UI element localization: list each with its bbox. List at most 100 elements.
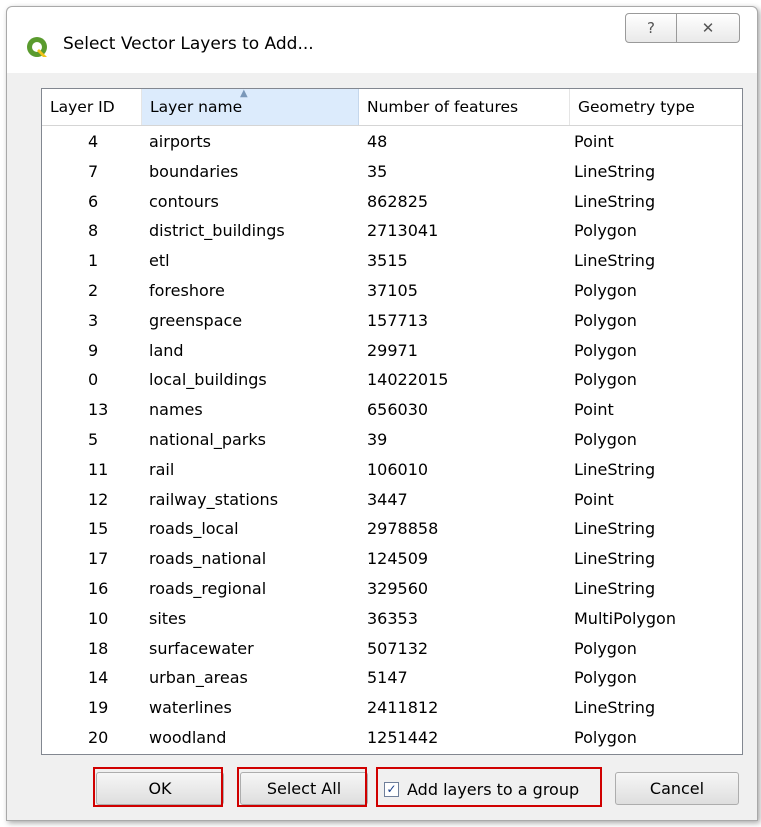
table-header: Layer ID ▲ Layer name Number of features… <box>42 89 742 126</box>
cell-number-of-features: 124509 <box>367 549 429 569</box>
cell-layer-id: 12 <box>88 489 109 509</box>
table-row[interactable]: 6 contours 862825 LineString <box>42 187 742 217</box>
cell-layer-id: 18 <box>88 638 109 658</box>
cell-number-of-features: 2978858 <box>367 519 439 539</box>
cell-layer-name: roads_national <box>149 549 267 569</box>
header-layer-name[interactable]: ▲ Layer name <box>142 89 359 125</box>
cell-layer-id: 17 <box>88 549 109 569</box>
table-row[interactable]: 7 boundaries 35 LineString <box>42 157 742 187</box>
table-row[interactable]: 1 etl 3515 LineString <box>42 246 742 276</box>
cell-layer-name: boundaries <box>149 161 239 181</box>
help-icon: ? <box>647 19 655 37</box>
cell-number-of-features: 37105 <box>367 281 418 300</box>
cell-layer-id: 1 <box>88 251 99 271</box>
title-bar: Select Vector Layers to Add... ? ✕ <box>7 7 757 73</box>
cell-geometry-type: MultiPolygon <box>574 608 676 628</box>
cell-number-of-features: 656030 <box>367 400 429 420</box>
cell-geometry-type: Polygon <box>574 370 637 390</box>
table-row[interactable]: 15 roads_local 2978858 LineString <box>42 514 742 544</box>
cell-geometry-type: Polygon <box>574 340 637 360</box>
cell-number-of-features: 3515 <box>367 251 408 271</box>
cell-layer-name: contours <box>149 191 219 211</box>
close-icon: ✕ <box>701 19 715 37</box>
cell-number-of-features: 48 <box>367 132 388 151</box>
cell-layer-id: 8 <box>88 221 99 241</box>
table-row[interactable]: 3 greenspace 157713 Polygon <box>42 306 742 336</box>
table-row[interactable]: 10 sites 36353 MultiPolygon <box>42 604 742 634</box>
cell-layer-name: waterlines <box>149 698 232 718</box>
table-row[interactable]: 18 surfacewater 507132 Polygon <box>42 634 742 664</box>
cell-number-of-features: 36353 <box>367 608 418 628</box>
table-row[interactable]: 2 foreshore 37105 Polygon <box>42 276 742 306</box>
cell-layer-id: 15 <box>88 519 109 539</box>
cell-layer-name: rail <box>149 459 175 479</box>
table-row[interactable]: 0 local_buildings 14022015 Polygon <box>42 365 742 395</box>
sort-ascending-icon: ▲ <box>240 88 248 99</box>
cell-layer-name: greenspace <box>149 310 243 330</box>
cell-geometry-type: Point <box>574 489 614 509</box>
cell-geometry-type: LineString <box>574 698 656 718</box>
table-row[interactable]: 12 railway_stations 3447 Point <box>42 485 742 515</box>
table-row[interactable]: 13 names 656030 Point <box>42 395 742 425</box>
cell-number-of-features: 14022015 <box>367 370 449 390</box>
header-layer-id[interactable]: Layer ID <box>42 89 142 125</box>
cell-geometry-type: LineString <box>574 191 656 211</box>
cell-number-of-features: 35 <box>367 161 388 181</box>
cell-layer-name: roads_regional <box>149 579 267 598</box>
table-row[interactable]: 5 national_parks 39 Polygon <box>42 425 742 455</box>
cell-geometry-type: Polygon <box>574 638 637 658</box>
cell-layer-id: 16 <box>88 579 109 598</box>
cell-layer-id: 4 <box>88 132 99 151</box>
cancel-button[interactable]: Cancel <box>615 772 739 805</box>
cell-layer-id: 7 <box>88 161 99 181</box>
header-geometry-type[interactable]: Geometry type <box>570 89 742 125</box>
table-row[interactable]: 17 roads_national 124509 LineString <box>42 544 742 574</box>
table-row[interactable]: 20 woodland 1251442 Polygon <box>42 723 742 753</box>
select-all-button[interactable]: Select All <box>240 772 368 805</box>
close-button[interactable]: ✕ <box>676 13 740 43</box>
cell-number-of-features: 5147 <box>367 668 408 688</box>
cell-number-of-features: 329560 <box>367 579 429 598</box>
cell-geometry-type: LineString <box>574 161 656 181</box>
table-row[interactable]: 8 district_buildings 2713041 Polygon <box>42 216 742 246</box>
cell-geometry-type: Polygon <box>574 281 637 300</box>
table-row[interactable]: 14 urban_areas 5147 Polygon <box>42 663 742 693</box>
qgis-logo-icon <box>27 37 47 57</box>
cell-geometry-type: LineString <box>574 519 656 539</box>
cell-layer-name: names <box>149 400 203 420</box>
cell-layer-name: etl <box>149 251 170 271</box>
cell-layer-name: roads_local <box>149 519 239 539</box>
cell-number-of-features: 507132 <box>367 638 429 658</box>
cell-layer-id: 10 <box>88 608 109 628</box>
cell-layer-name: land <box>149 340 184 360</box>
layers-table[interactable]: Layer ID ▲ Layer name Number of features… <box>41 88 743 755</box>
cell-layer-name: district_buildings <box>149 221 285 241</box>
table-row[interactable]: 16 roads_regional 329560 LineString <box>42 574 742 604</box>
cell-geometry-type: Point <box>574 132 614 151</box>
cell-layer-name: sites <box>149 608 187 628</box>
ok-button[interactable]: OK <box>96 772 224 805</box>
help-button[interactable]: ? <box>625 13 677 43</box>
cell-layer-name: woodland <box>149 728 227 747</box>
window-title: Select Vector Layers to Add... <box>63 34 314 54</box>
table-row[interactable]: 4 airports 48 Point <box>42 127 742 157</box>
cell-layer-id: 6 <box>88 191 99 211</box>
table-row[interactable]: 11 rail 106010 LineString <box>42 455 742 485</box>
cell-geometry-type: Polygon <box>574 430 637 449</box>
cell-number-of-features: 106010 <box>367 459 429 479</box>
cell-layer-name: foreshore <box>149 281 225 300</box>
cell-layer-name: surfacewater <box>149 638 254 658</box>
checkbox-label: Add layers to a group <box>407 779 580 799</box>
cell-number-of-features: 2411812 <box>367 698 439 718</box>
table-row[interactable]: 9 land 29971 Polygon <box>42 336 742 366</box>
add-to-group-checkbox[interactable]: ✓ Add layers to a group <box>378 772 600 806</box>
header-number-of-features[interactable]: Number of features <box>359 89 570 125</box>
cell-geometry-type: Polygon <box>574 221 637 241</box>
cell-number-of-features: 1251442 <box>367 728 439 747</box>
cell-geometry-type: Polygon <box>574 728 637 747</box>
cell-geometry-type: Polygon <box>574 668 637 688</box>
table-row[interactable]: 19 waterlines 2411812 LineString <box>42 693 742 723</box>
cell-number-of-features: 29971 <box>367 340 418 360</box>
cell-geometry-type: Point <box>574 400 614 420</box>
checkbox-box[interactable]: ✓ <box>384 781 399 797</box>
